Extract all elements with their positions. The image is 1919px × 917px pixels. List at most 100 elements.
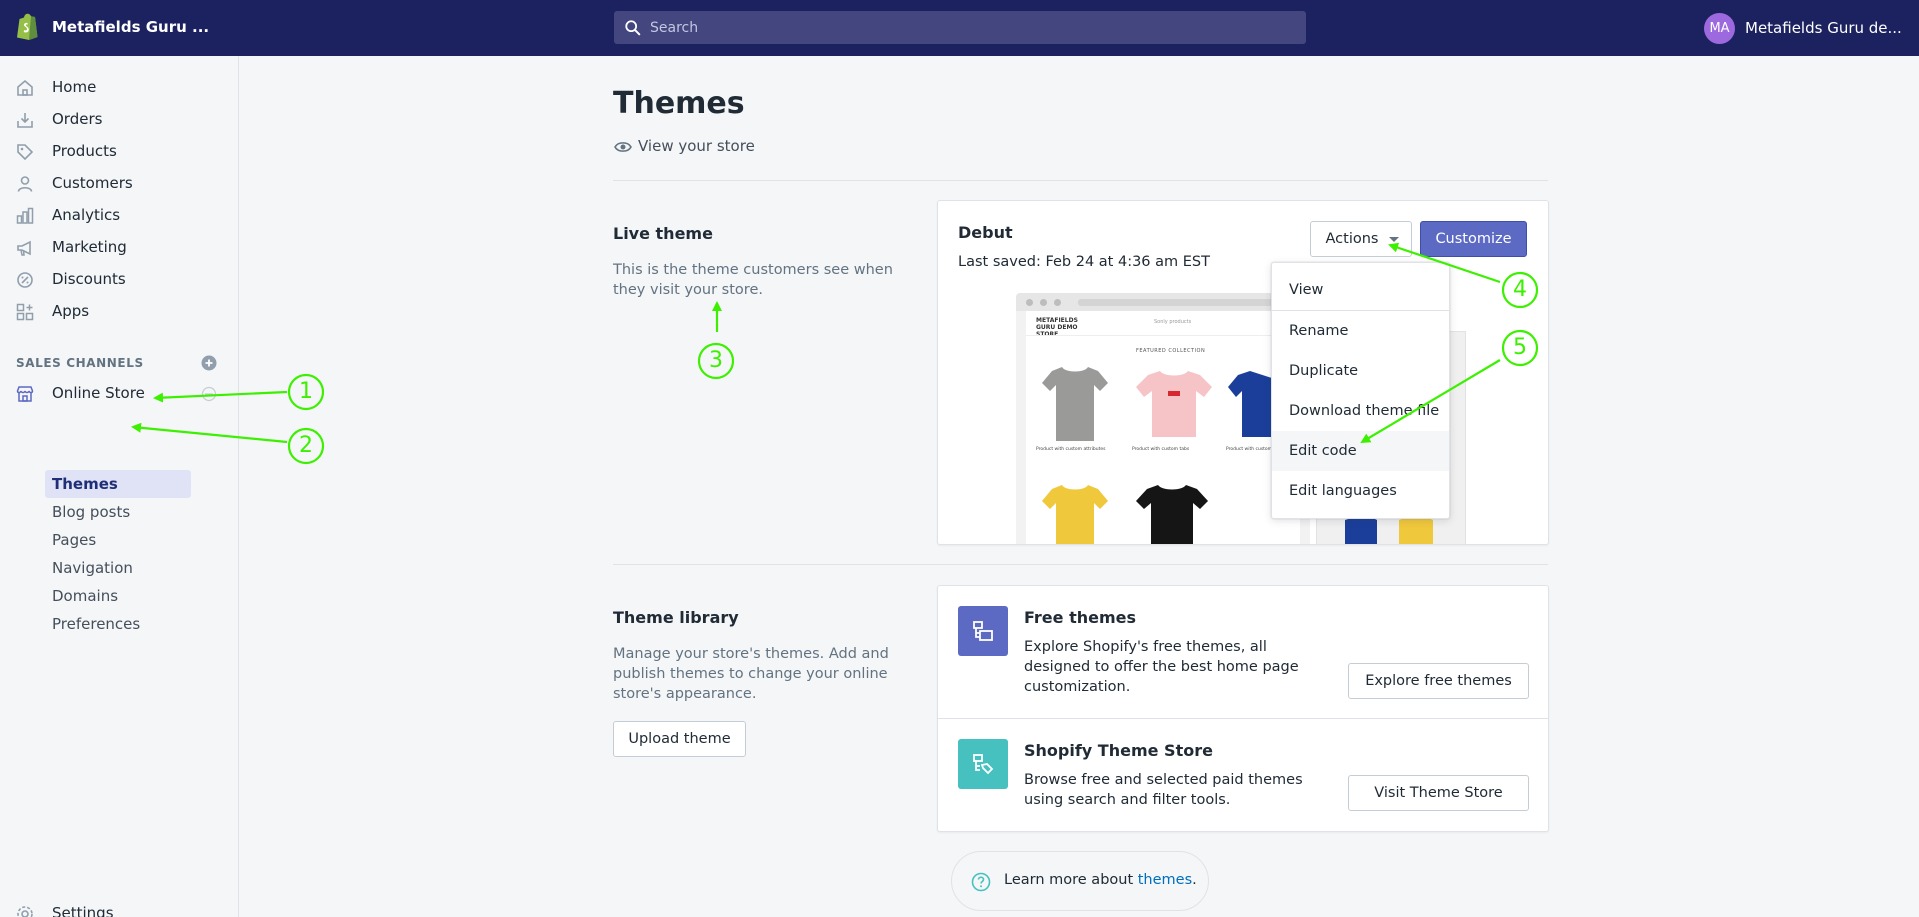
store-name[interactable]: Metafields Guru ... [52,18,209,36]
sidebar-subitem-domains[interactable]: Domains [52,587,118,605]
search-bar[interactable] [614,11,1306,44]
window-dot [1026,299,1033,306]
top-bar: Metafields Guru ... MA Metafields Guru d… [0,0,1919,56]
live-theme-description: This is the theme customers see when the… [613,262,893,298]
avatar[interactable]: MA [1704,13,1735,44]
search-icon [625,20,641,36]
menu-item-download-theme-file[interactable]: Download theme file [1272,391,1449,431]
sidebar-subitem-navigation[interactable]: Navigation [52,559,133,577]
sidebar: Home Orders Products Customers Analytics… [0,56,239,917]
annotation-label-3: 3 [709,348,723,373]
window-dot [1040,299,1047,306]
annotation-label-2: 2 [299,433,313,458]
theme-preview[interactable]: METAFIELDS GURU DEMO STORE Sonly product… [1016,293,1310,544]
row-separator [938,718,1548,719]
upload-theme-button[interactable]: Upload theme [613,721,746,757]
sidebar-subitem-preferences[interactable]: Preferences [52,615,140,633]
tshirt-yellow-image [1042,485,1108,544]
sidebar-item-apps[interactable]: Apps [0,296,239,328]
menu-item-duplicate[interactable]: Duplicate [1272,351,1449,391]
add-channel-icon[interactable] [201,355,217,371]
caret-down-icon [1389,237,1399,242]
menu-item-view[interactable]: View [1272,270,1449,310]
explore-free-themes-button[interactable]: Explore free themes [1348,663,1529,699]
view-store-label: View your store [638,137,755,155]
divider [613,180,1548,181]
sidebar-item-settings[interactable]: Settings [0,898,239,917]
free-themes-description: Explore Shopify's free themes, all desig… [1024,639,1299,695]
eye-icon[interactable] [201,386,217,402]
sidebar-item-customers[interactable]: Customers [0,168,239,200]
annotation-label-5: 5 [1513,335,1527,360]
tag-icon [17,144,34,161]
home-icon [17,79,33,96]
actions-button[interactable]: Actions [1310,221,1412,257]
sidebar-item-label: Home [52,78,97,96]
sidebar-item-label: Products [52,142,117,160]
sidebar-item-label: Analytics [52,206,121,224]
free-themes-icon [958,606,1008,656]
store-layout-icon [973,754,994,775]
tshirt-pink-image [1136,371,1212,437]
sidebar-item-analytics[interactable]: Analytics [0,200,239,232]
last-saved: Last saved: Feb 24 at 4:36 am EST [958,254,1210,270]
live-theme-heading: Live theme [613,224,713,243]
eye-icon [614,142,632,152]
theme-library-card: Free themes Explore Shopify's free theme… [937,585,1549,832]
themes-link[interactable]: themes [1138,872,1192,888]
sidebar-item-discounts[interactable]: Discounts [0,264,239,296]
sidebar-subitem-themes[interactable]: Themes [52,475,118,493]
menu-item-edit-code[interactable]: Edit code [1272,431,1449,471]
theme-store-icon [958,739,1008,789]
preview-caption: Product with custom tabs [1132,447,1190,452]
sidebar-item-label: Discounts [52,270,126,288]
menu-item-rename[interactable]: Rename [1272,311,1449,351]
window-dot [1054,299,1061,306]
learn-more-suffix: . [1192,872,1197,888]
menu-item-edit-languages[interactable]: Edit languages [1272,471,1449,511]
sales-channels-heading: SALES CHANNELS [16,356,144,370]
browser-bar [1016,293,1310,311]
learn-more-callout: Learn more about themes. [951,851,1209,911]
sidebar-item-label: Marketing [52,238,127,256]
sidebar-subitem-pages[interactable]: Pages [52,531,96,549]
preview-nav: Sonly products [1154,319,1192,325]
visit-theme-store-button[interactable]: Visit Theme Store [1348,775,1529,811]
sidebar-item-online-store[interactable]: Online Store [0,378,239,410]
divider [613,564,1548,565]
shopify-logo-icon[interactable] [15,13,39,41]
preview-caption: Product with custom attributes [1036,447,1106,452]
customize-button[interactable]: Customize [1420,221,1527,257]
search-input[interactable] [650,11,1290,44]
orders-icon [17,113,33,128]
megaphone-icon [17,240,31,256]
annotation-label-4: 4 [1513,277,1527,302]
preview-page: METAFIELDS GURU DEMO STORE Sonly product… [1026,311,1300,544]
sidebar-item-label: Customers [52,174,133,192]
learn-more-prefix: Learn more about [1004,872,1138,888]
learn-more-text: Learn more about themes. [1004,872,1197,888]
store-icon [16,386,34,402]
tshirt-grey-image [1042,367,1108,441]
theme-store-title: Shopify Theme Store [1024,741,1213,760]
bar-chart-icon [16,207,34,224]
theme-store-description: Browse free and selected paid themes usi… [1024,772,1303,808]
layout-icon [973,621,993,641]
theme-library-heading: Theme library [613,608,739,627]
discount-icon [17,272,33,288]
theme-name: Debut [958,223,1013,242]
actions-label: Actions [1325,231,1379,247]
sidebar-item-marketing[interactable]: Marketing [0,232,239,264]
sidebar-subitem-blog-posts[interactable]: Blog posts [52,503,130,521]
sidebar-item-label: Orders [52,110,103,128]
sidebar-item-orders[interactable]: Orders [0,104,239,136]
preview-caption: Product with custom... [1226,447,1277,452]
gear-icon [17,906,33,917]
sidebar-item-home[interactable]: Home [0,72,239,104]
user-name[interactable]: Metafields Guru de... [1745,19,1902,37]
tshirt-black-image [1136,485,1208,544]
sidebar-item-products[interactable]: Products [0,136,239,168]
sidebar-item-label: Online Store [52,384,145,402]
url-bar [1078,299,1288,306]
question-circle-icon [971,872,991,892]
